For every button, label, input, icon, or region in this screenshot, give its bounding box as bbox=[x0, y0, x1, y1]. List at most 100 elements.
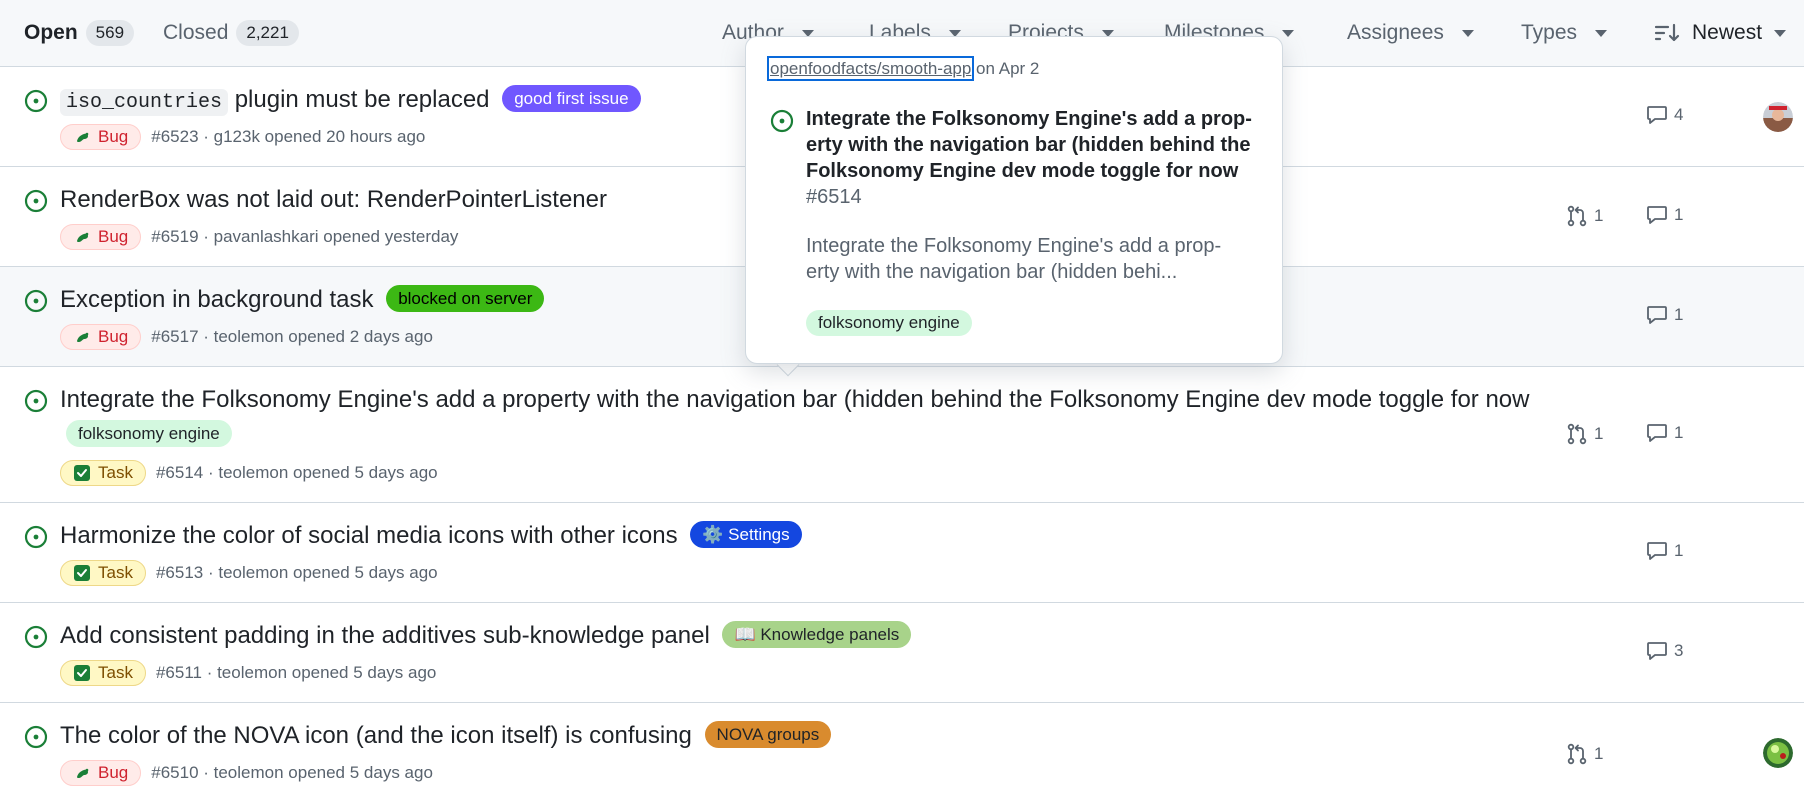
issue-meta: Task #6511 · teolemon opened 5 days ago bbox=[60, 659, 436, 687]
comment-icon bbox=[1647, 206, 1667, 224]
type-chip-label: Bug bbox=[98, 763, 129, 782]
type-chip-bug[interactable]: Bug bbox=[60, 324, 142, 350]
comments-count[interactable]: 3 bbox=[1646, 641, 1683, 661]
assignees-filter-label: Assignees bbox=[1347, 21, 1444, 44]
bug-icon bbox=[77, 768, 89, 778]
issue-opened-icon bbox=[24, 289, 48, 313]
issue-label[interactable]: blocked on server bbox=[386, 285, 545, 312]
hovercard-repo-line: openfoodfacts/smooth-app on Apr 2 bbox=[766, 56, 1040, 81]
issue-opened-icon bbox=[24, 625, 48, 649]
issue-opened-icon bbox=[24, 189, 48, 213]
issue-row: The color of the NOVA icon (and the icon… bbox=[0, 703, 1804, 795]
comments-count-value: 1 bbox=[1674, 541, 1684, 560]
linked-pr-count[interactable]: 1 bbox=[1566, 743, 1603, 765]
issue-row: Add consistent padding in the additives … bbox=[0, 603, 1804, 703]
comment-icon bbox=[1647, 306, 1667, 324]
comments-count-value: 3 bbox=[1674, 641, 1684, 660]
comments-count-value: 1 bbox=[1674, 205, 1684, 224]
repo-link[interactable]: openfoodfacts/smooth-app bbox=[766, 56, 975, 81]
type-chip-label: Task bbox=[98, 463, 133, 482]
linked-pr-count-value: 1 bbox=[1594, 744, 1604, 763]
type-chip-label: Task bbox=[98, 663, 133, 682]
issue-hovercard: openfoodfacts/smooth-app on Apr 2 Integr… bbox=[745, 36, 1283, 364]
type-chip-bug[interactable]: Bug bbox=[60, 124, 142, 150]
issue-label[interactable]: folksonomy engine bbox=[66, 420, 232, 447]
issue-label[interactable]: NOVA groups bbox=[704, 721, 832, 748]
comments-count[interactable]: 1 bbox=[1646, 541, 1683, 561]
open-issues-tab[interactable]: Open 569 bbox=[24, 18, 135, 48]
sort-label: Newest bbox=[1692, 21, 1763, 44]
checkbox-icon bbox=[74, 465, 90, 481]
issue-row: Harmonize the color of social media icon… bbox=[0, 503, 1804, 603]
issue-title-link[interactable]: Harmonize the color of social media icon… bbox=[60, 518, 1544, 553]
assignees-filter[interactable]: Assignees bbox=[1347, 18, 1474, 48]
issue-meta: Bug #6510 · teolemon opened 5 days ago bbox=[60, 759, 433, 787]
linked-pr-count-value: 1 bbox=[1594, 206, 1604, 225]
hovercard-date: on Apr 2 bbox=[976, 59, 1040, 78]
issue-title: plugin must be replaced bbox=[234, 86, 490, 113]
issue-opened-icon bbox=[24, 89, 48, 113]
type-chip-bug[interactable]: Bug bbox=[60, 224, 142, 250]
issue-meta-text: #6523 · g123k opened 20 hours ago bbox=[151, 127, 426, 146]
open-count-badge: 569 bbox=[85, 20, 135, 46]
issue-meta: Bug #6523 · g123k opened 20 hours ago bbox=[60, 123, 425, 151]
checkbox-icon bbox=[74, 665, 90, 681]
issue-title: RenderBox was not laid out: RenderPointe… bbox=[60, 186, 607, 213]
comments-count[interactable]: 1 bbox=[1646, 305, 1683, 325]
issue-meta-text: #6511 · teolemon opened 5 days ago bbox=[155, 663, 437, 682]
type-chip-bug[interactable]: Bug bbox=[60, 760, 142, 786]
issue-opened-icon bbox=[24, 525, 48, 549]
issue-meta: Bug #6519 · pavanlashkari opened yesterd… bbox=[60, 223, 458, 251]
hovercard-title[interactable]: Integrate the Folksonomy Engine's add a … bbox=[806, 106, 1254, 210]
closed-count-badge: 2,221 bbox=[236, 20, 299, 46]
bug-icon bbox=[77, 232, 89, 242]
chevron-down-icon bbox=[1774, 29, 1787, 37]
assignee-avatar[interactable] bbox=[1763, 102, 1793, 132]
issue-meta: Bug #6517 · teolemon opened 2 days ago bbox=[60, 323, 433, 351]
sort-dropdown[interactable]: Newest bbox=[1654, 18, 1787, 48]
issue-label[interactable]: 📖 Knowledge panels bbox=[722, 621, 912, 648]
types-filter-label: Types bbox=[1521, 21, 1578, 44]
issue-label[interactable]: ⚙️ Settings bbox=[690, 521, 802, 548]
type-chip-label: Bug bbox=[98, 127, 129, 146]
issue-opened-icon bbox=[770, 109, 794, 133]
issue-title-link[interactable]: Integrate the Folksonomy Engine's add a … bbox=[60, 382, 1544, 452]
pull-request-icon bbox=[1567, 743, 1587, 765]
comment-icon bbox=[1647, 106, 1667, 124]
comments-count[interactable]: 4 bbox=[1646, 105, 1683, 125]
pull-request-icon bbox=[1567, 423, 1587, 445]
bug-icon bbox=[77, 132, 89, 142]
issue-title-link[interactable]: Add consistent padding in the additives … bbox=[60, 618, 1544, 653]
checkbox-icon bbox=[74, 565, 90, 581]
type-chip-task[interactable]: Task bbox=[60, 560, 146, 586]
issue-meta: Task #6514 · teolemon opened 5 days ago bbox=[60, 459, 438, 487]
issue-title-link[interactable]: The color of the NOVA icon (and the icon… bbox=[60, 718, 1544, 753]
issue-meta-text: #6514 · teolemon opened 5 days ago bbox=[155, 463, 438, 482]
type-chip-label: Task bbox=[98, 563, 133, 582]
sort-icon bbox=[1654, 23, 1680, 42]
assignee-avatar[interactable] bbox=[1763, 738, 1793, 768]
linked-pr-count-value: 1 bbox=[1594, 424, 1604, 443]
types-filter[interactable]: Types bbox=[1521, 18, 1608, 48]
type-chip-task[interactable]: Task bbox=[60, 460, 146, 486]
issue-label[interactable]: good first issue bbox=[502, 85, 641, 112]
issue-row: Integrate the Folksonomy Engine's add a … bbox=[0, 367, 1804, 503]
issue-title: Add consistent padding in the additives … bbox=[60, 622, 710, 649]
closed-issues-tab[interactable]: Closed 2,221 bbox=[163, 18, 299, 48]
hovercard-label[interactable]: folksonomy engine bbox=[806, 310, 972, 336]
issue-opened-icon bbox=[24, 725, 48, 749]
issue-opened-icon bbox=[24, 389, 48, 413]
comments-count[interactable]: 1 bbox=[1646, 423, 1683, 443]
comments-count-value: 4 bbox=[1674, 105, 1684, 124]
hovercard-issue-number: #6514 bbox=[806, 186, 862, 208]
hovercard-title-text: Integrate the Folksonomy Engine's add a … bbox=[806, 108, 1252, 182]
comments-count[interactable]: 1 bbox=[1646, 205, 1683, 225]
linked-pr-count[interactable]: 1 bbox=[1566, 423, 1603, 445]
closed-tab-label: Closed bbox=[163, 21, 229, 44]
issue-meta-text: #6510 · teolemon opened 5 days ago bbox=[151, 763, 433, 782]
comments-count-value: 1 bbox=[1674, 305, 1684, 324]
type-chip-task[interactable]: Task bbox=[60, 660, 146, 686]
linked-pr-count[interactable]: 1 bbox=[1566, 205, 1603, 227]
chevron-down-icon bbox=[1595, 29, 1608, 37]
comment-icon bbox=[1647, 424, 1667, 442]
